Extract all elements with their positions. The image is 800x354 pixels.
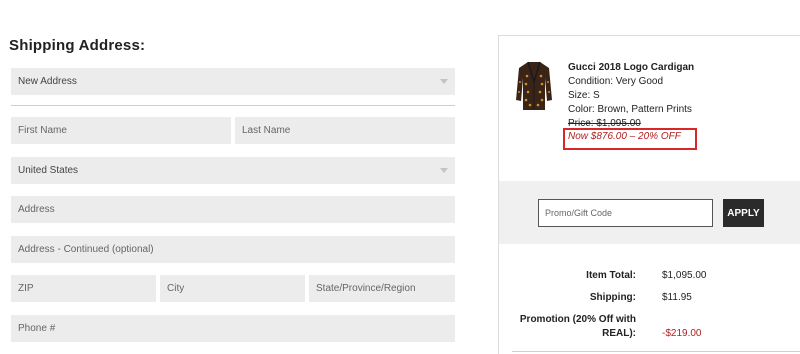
address-field[interactable] xyxy=(11,196,455,223)
zip-field[interactable] xyxy=(11,275,156,302)
chevron-down-icon xyxy=(440,168,448,173)
summary-divider xyxy=(512,351,800,352)
product-condition: Condition: Very Good xyxy=(568,76,664,87)
address2-input[interactable] xyxy=(18,244,448,255)
item-total-value: $1,095.00 xyxy=(662,270,707,281)
state-field[interactable] xyxy=(309,275,455,302)
item-total-label: Item Total: xyxy=(586,270,636,281)
country-select-value: United States xyxy=(18,165,79,176)
apply-button[interactable]: APPLY xyxy=(723,199,764,227)
address2-field[interactable] xyxy=(11,236,455,263)
state-input[interactable] xyxy=(316,283,448,294)
last-name-field[interactable] xyxy=(235,117,455,144)
form-divider xyxy=(11,105,455,106)
shipping-label: Shipping: xyxy=(589,292,636,303)
first-name-field[interactable] xyxy=(11,117,231,144)
shipping-value: $11.95 xyxy=(662,292,692,303)
shipping-address-heading: Shipping Address: xyxy=(9,37,146,54)
address-input[interactable] xyxy=(18,204,448,215)
first-name-input[interactable] xyxy=(18,125,224,136)
phone-input[interactable] xyxy=(18,323,448,334)
promo-code-input[interactable] xyxy=(545,208,706,218)
address-select-value: New Address xyxy=(18,76,77,87)
city-field[interactable] xyxy=(160,275,305,302)
promotion-label-line2: REAL): xyxy=(602,328,636,339)
product-color: Color: Brown, Pattern Prints xyxy=(568,104,692,115)
product-name: Gucci 2018 Logo Cardigan xyxy=(568,62,695,73)
promotion-value: -$219.00 xyxy=(662,328,702,339)
sale-price: Now $876.00 – 20% OFF xyxy=(568,131,681,142)
promotion-label-line1: Promotion (20% Off with xyxy=(519,314,636,325)
chevron-down-icon xyxy=(440,79,448,84)
last-name-input[interactable] xyxy=(242,125,448,136)
address-select[interactable]: New Address xyxy=(11,68,455,95)
cardigan-image xyxy=(516,61,552,110)
promo-code-field[interactable] xyxy=(538,199,713,227)
city-input[interactable] xyxy=(167,283,298,294)
zip-input[interactable] xyxy=(18,283,149,294)
phone-field[interactable] xyxy=(11,315,455,342)
product-size: Size: S xyxy=(568,90,600,101)
country-select[interactable]: United States xyxy=(11,157,455,184)
